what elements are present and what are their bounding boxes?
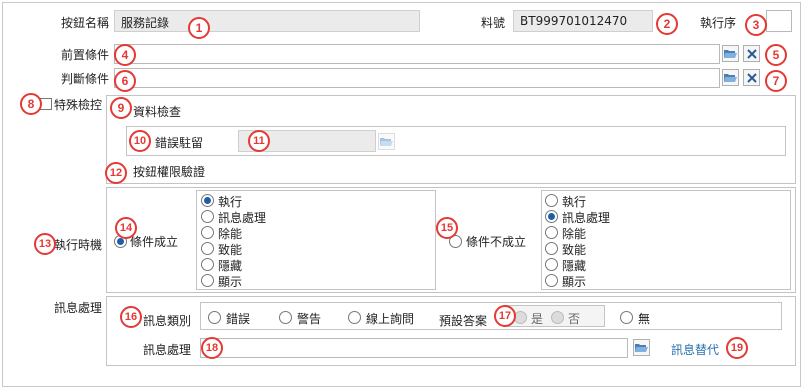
default-answer-label: 預設答案 xyxy=(439,314,488,328)
annotation-badge-1: 1 xyxy=(188,17,210,39)
message-type-label: 訊息類別 xyxy=(143,314,192,328)
answer-no-radio[interactable] xyxy=(551,311,564,324)
false-action-label: 顯示 xyxy=(562,275,587,289)
false-action-radio[interactable] xyxy=(545,210,558,223)
prerequisite-clear-button[interactable] xyxy=(743,45,760,62)
type-online-query-label: 線上詢問 xyxy=(366,312,415,326)
part-no-field: BT999701012470 xyxy=(513,10,653,32)
data-check-label: 資料檢查 xyxy=(133,105,182,119)
message-handling-input[interactable] xyxy=(200,338,628,358)
type-none-label: 無 xyxy=(638,312,651,326)
special-check-label: 特殊檢控 xyxy=(54,98,103,112)
judgement-label: 判斷條件 xyxy=(61,72,110,86)
annotation-badge-16: 16 xyxy=(120,306,142,328)
type-warning-radio[interactable] xyxy=(279,311,292,324)
annotation-badge-4: 4 xyxy=(114,44,136,66)
false-action-label: 致能 xyxy=(562,243,587,257)
annotation-badge-14: 14 xyxy=(115,217,137,239)
type-error-label: 錯誤 xyxy=(226,312,251,326)
annotation-badge-18: 18 xyxy=(201,337,223,359)
false-action-radio[interactable] xyxy=(545,242,558,255)
annotation-badge-9: 9 xyxy=(110,97,132,119)
true-action-label: 致能 xyxy=(218,243,243,257)
error-stay-browse-button[interactable] xyxy=(378,133,395,150)
true-action-radio[interactable] xyxy=(201,258,214,271)
judgement-clear-button[interactable] xyxy=(743,69,760,86)
annotation-badge-11: 11 xyxy=(248,130,270,152)
message-handling-browse-button[interactable] xyxy=(633,339,650,356)
close-icon xyxy=(746,72,757,83)
judgement-browse-button[interactable] xyxy=(722,69,739,86)
part-no-label: 料號 xyxy=(481,16,506,30)
close-icon xyxy=(746,48,757,59)
exec-order-label: 執行序 xyxy=(700,16,737,30)
annotation-badge-8: 8 xyxy=(20,93,42,115)
false-action-label: 執行 xyxy=(562,195,587,209)
prerequisite-input[interactable] xyxy=(114,44,720,64)
annotation-badge-13: 13 xyxy=(34,233,56,255)
answer-yes-radio[interactable] xyxy=(514,311,527,324)
answer-no-label: 否 xyxy=(568,312,581,326)
false-action-radio[interactable] xyxy=(545,226,558,239)
true-action-label: 執行 xyxy=(218,195,243,209)
true-action-label: 除能 xyxy=(218,227,243,241)
type-warning-label: 警告 xyxy=(297,312,322,326)
false-action-label: 隱藏 xyxy=(562,259,587,273)
button-name-field: 服務記錄 xyxy=(114,10,420,32)
folder-icon xyxy=(724,49,737,58)
annotation-badge-2: 2 xyxy=(656,13,678,35)
true-action-radio[interactable] xyxy=(201,226,214,239)
false-action-label: 除能 xyxy=(562,227,587,241)
judgement-input[interactable] xyxy=(114,68,720,88)
annotation-badge-5: 5 xyxy=(765,44,787,66)
true-action-radio[interactable] xyxy=(201,242,214,255)
answer-yes-label: 是 xyxy=(531,312,544,326)
true-action-radio[interactable] xyxy=(201,274,214,287)
message-section-label: 訊息處理 xyxy=(54,301,103,315)
annotation-badge-15: 15 xyxy=(436,217,458,239)
false-action-radio[interactable] xyxy=(545,194,558,207)
true-action-radio[interactable] xyxy=(201,194,214,207)
annotation-badge-10: 10 xyxy=(129,130,151,152)
annotation-badge-17: 17 xyxy=(494,305,516,327)
annotation-badge-19: 19 xyxy=(726,337,748,359)
error-stay-label: 錯誤駐留 xyxy=(155,136,204,150)
button-permission-label: 按鈕權限驗證 xyxy=(133,165,206,179)
prerequisite-browse-button[interactable] xyxy=(722,45,739,62)
condition-true-label: 條件成立 xyxy=(130,235,179,249)
false-action-radio[interactable] xyxy=(545,258,558,271)
true-action-label: 隱藏 xyxy=(218,259,243,273)
true-action-label: 訊息處理 xyxy=(218,211,267,225)
error-stay-group xyxy=(126,126,786,156)
prerequisite-label: 前置條件 xyxy=(61,48,110,62)
exec-timing-label: 執行時機 xyxy=(54,238,103,252)
exec-order-input[interactable] xyxy=(766,10,792,32)
false-action-radio[interactable] xyxy=(545,274,558,287)
type-error-radio[interactable] xyxy=(208,311,221,324)
condition-false-label: 條件不成立 xyxy=(466,235,527,249)
type-online-query-radio[interactable] xyxy=(348,311,361,324)
annotation-badge-7: 7 xyxy=(765,70,787,92)
type-none-radio[interactable] xyxy=(620,311,633,324)
folder-icon xyxy=(380,137,393,146)
button-name-label: 按鈕名稱 xyxy=(61,16,110,30)
annotation-badge-12: 12 xyxy=(105,162,127,184)
annotation-badge-6: 6 xyxy=(114,70,136,92)
annotation-badge-3: 3 xyxy=(745,14,767,36)
message-handling-label: 訊息處理 xyxy=(143,343,192,357)
message-replace-link[interactable]: 訊息替代 xyxy=(671,341,719,358)
true-action-label: 顯示 xyxy=(218,275,243,289)
folder-icon xyxy=(635,343,648,352)
false-action-label: 訊息處理 xyxy=(562,211,611,225)
folder-icon xyxy=(724,73,737,82)
true-action-radio[interactable] xyxy=(201,210,214,223)
